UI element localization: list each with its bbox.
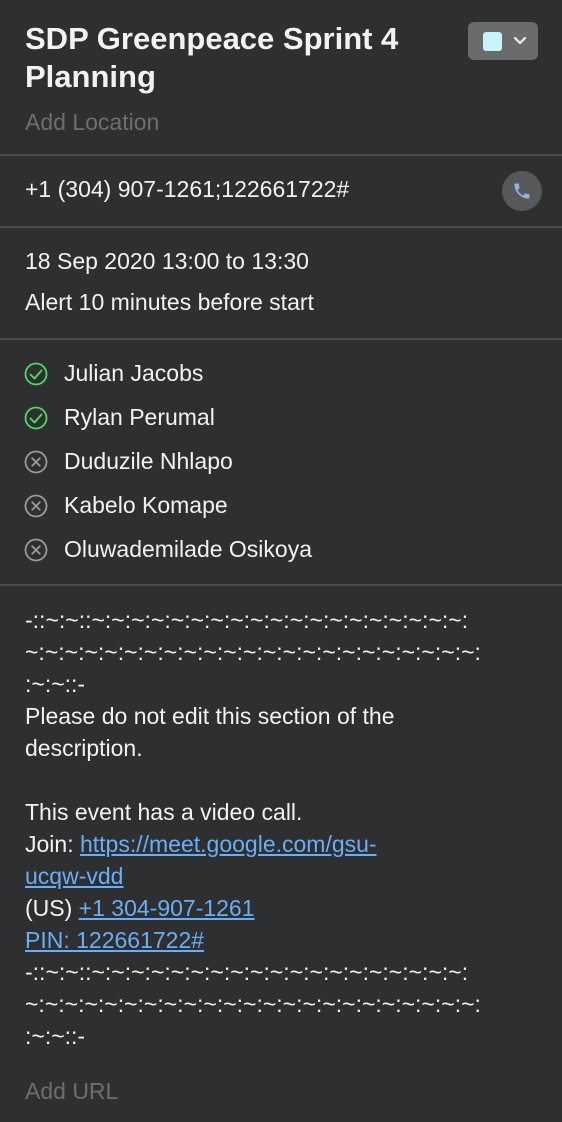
accepted-check-icon (24, 362, 48, 386)
pin-link[interactable]: PIN: 122661722# (25, 927, 204, 953)
add-url-field[interactable]: Add URL (25, 1078, 118, 1105)
attendee-name: Julian Jacobs (64, 360, 204, 386)
divider-text: -::~:~::~:~:~:~:~:~:~:~:~:~:~:~:~:~:~:~:… (25, 959, 469, 985)
attendee-name: Oluwademilade Osikoya (64, 536, 313, 562)
event-detail-panel: SDP Greenpeace Sprint 4 Planning Add Loc… (0, 0, 562, 1122)
attendee-name: Kabelo Komape (64, 492, 228, 518)
declined-x-icon (24, 494, 48, 518)
notice-text: Please do not edit this section of the (25, 703, 395, 729)
add-location-field[interactable]: Add Location (25, 109, 159, 136)
divider (0, 154, 562, 156)
event-alert[interactable]: Alert 10 minutes before start (25, 289, 314, 316)
attendee-name: Rylan Perumal (64, 404, 215, 430)
attendee-name: Duduzile Nhlapo (64, 448, 233, 474)
join-line-cont: ucqw-vdd (25, 860, 545, 892)
pin-line: PIN: 122661722# (25, 924, 545, 956)
declined-x-icon (24, 538, 48, 562)
event-title-line1: SDP Greenpeace Sprint 4 (25, 21, 399, 56)
event-date-time[interactable]: 18 Sep 2020 13:00 to 13:30 (25, 248, 309, 275)
phone-number: +1 (304) 907-1261;122661722# (25, 176, 350, 202)
notice-text: description. (25, 735, 143, 761)
divider (0, 226, 562, 228)
event-title[interactable]: SDP Greenpeace Sprint 4 Planning (25, 20, 445, 96)
join-line: Join: https://meet.google.com/gsu- (25, 828, 545, 860)
meet-link-continued[interactable]: ucqw-vdd (25, 863, 123, 889)
phone-icon (514, 183, 530, 199)
us-label: (US) (25, 895, 79, 921)
divider-text: ~:~:~:~:~:~:~:~:~:~:~:~:~:~:~:~:~:~:~:~:… (25, 991, 481, 1017)
event-title-line2: Planning (25, 59, 156, 94)
event-description[interactable]: -::~:~::~:~:~:~:~:~:~:~:~:~:~:~:~:~:~:~:… (25, 604, 545, 1052)
calendar-color-swatch (483, 32, 502, 51)
accepted-check-icon (24, 406, 48, 430)
meet-link[interactable]: https://meet.google.com/gsu- (80, 831, 377, 857)
declined-x-icon (24, 450, 48, 474)
divider-text: :~:~::- (25, 1023, 86, 1049)
divider-text: ~:~:~:~:~:~:~:~:~:~:~:~:~:~:~:~:~:~:~:~:… (25, 639, 481, 665)
divider-text: :~:~::- (25, 671, 86, 697)
chevron-down-icon (513, 36, 527, 45)
join-label: Join: (25, 831, 80, 857)
video-call-text: This event has a video call. (25, 799, 303, 825)
call-button[interactable] (502, 171, 542, 211)
calendar-color-button[interactable] (468, 22, 538, 60)
divider (0, 338, 562, 340)
us-phone-line: (US) +1 304-907-1261 (25, 892, 545, 924)
divider (0, 584, 562, 586)
us-phone-link[interactable]: +1 304-907-1261 (79, 895, 255, 921)
divider-text: -::~:~::~:~:~:~:~:~:~:~:~:~:~:~:~:~:~:~:… (25, 607, 469, 633)
